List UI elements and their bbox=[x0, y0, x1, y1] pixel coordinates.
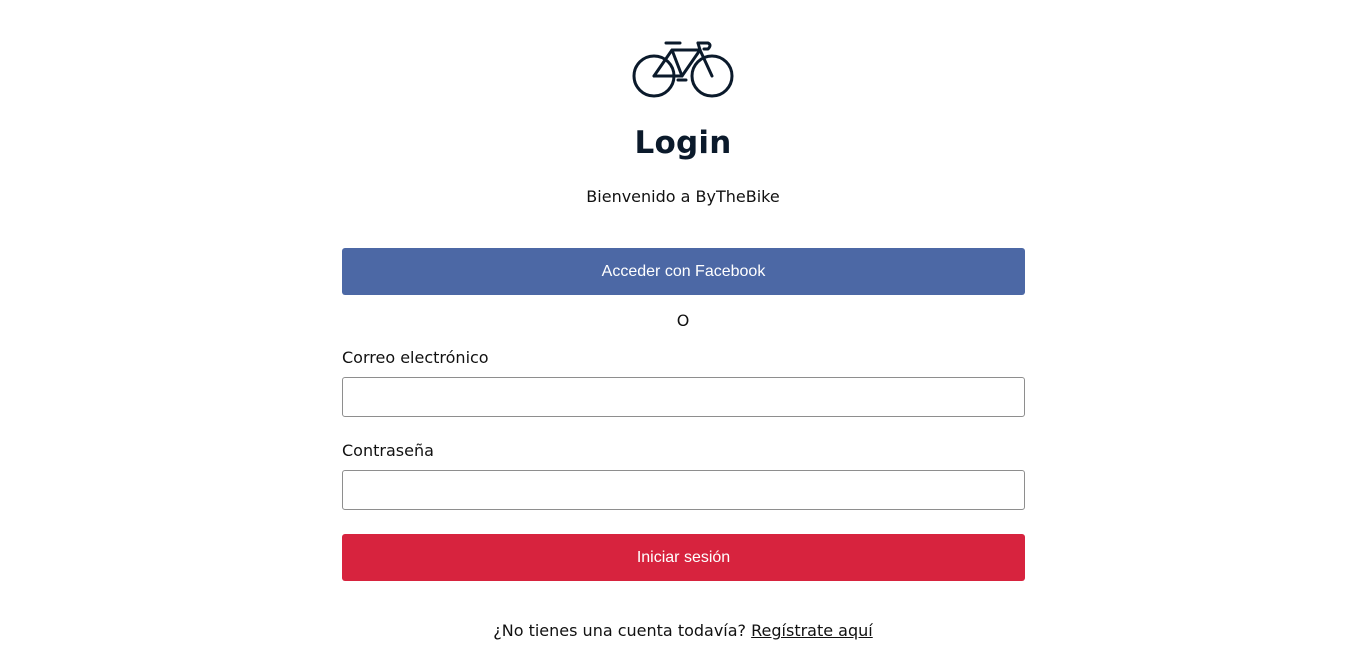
password-field[interactable] bbox=[342, 470, 1025, 510]
welcome-subtitle: Bienvenido a ByTheBike bbox=[586, 187, 780, 206]
page-title: Login bbox=[634, 125, 732, 161]
password-label: Contraseña bbox=[342, 441, 434, 460]
login-page: Login Bienvenido a ByTheBike Acceder con… bbox=[0, 0, 1366, 654]
facebook-login-button[interactable]: Acceder con Facebook bbox=[342, 248, 1025, 295]
login-button[interactable]: Iniciar sesión bbox=[342, 534, 1025, 581]
or-divider: O bbox=[676, 311, 690, 330]
email-field[interactable] bbox=[342, 377, 1025, 417]
register-link[interactable]: Regístrate aquí bbox=[751, 621, 873, 640]
register-prompt: ¿No tienes una cuenta todavía? Regístrat… bbox=[0, 621, 1366, 640]
bicycle-icon bbox=[632, 41, 734, 98]
email-label: Correo electrónico bbox=[342, 348, 489, 367]
register-prompt-text: ¿No tienes una cuenta todavía? bbox=[493, 621, 747, 640]
